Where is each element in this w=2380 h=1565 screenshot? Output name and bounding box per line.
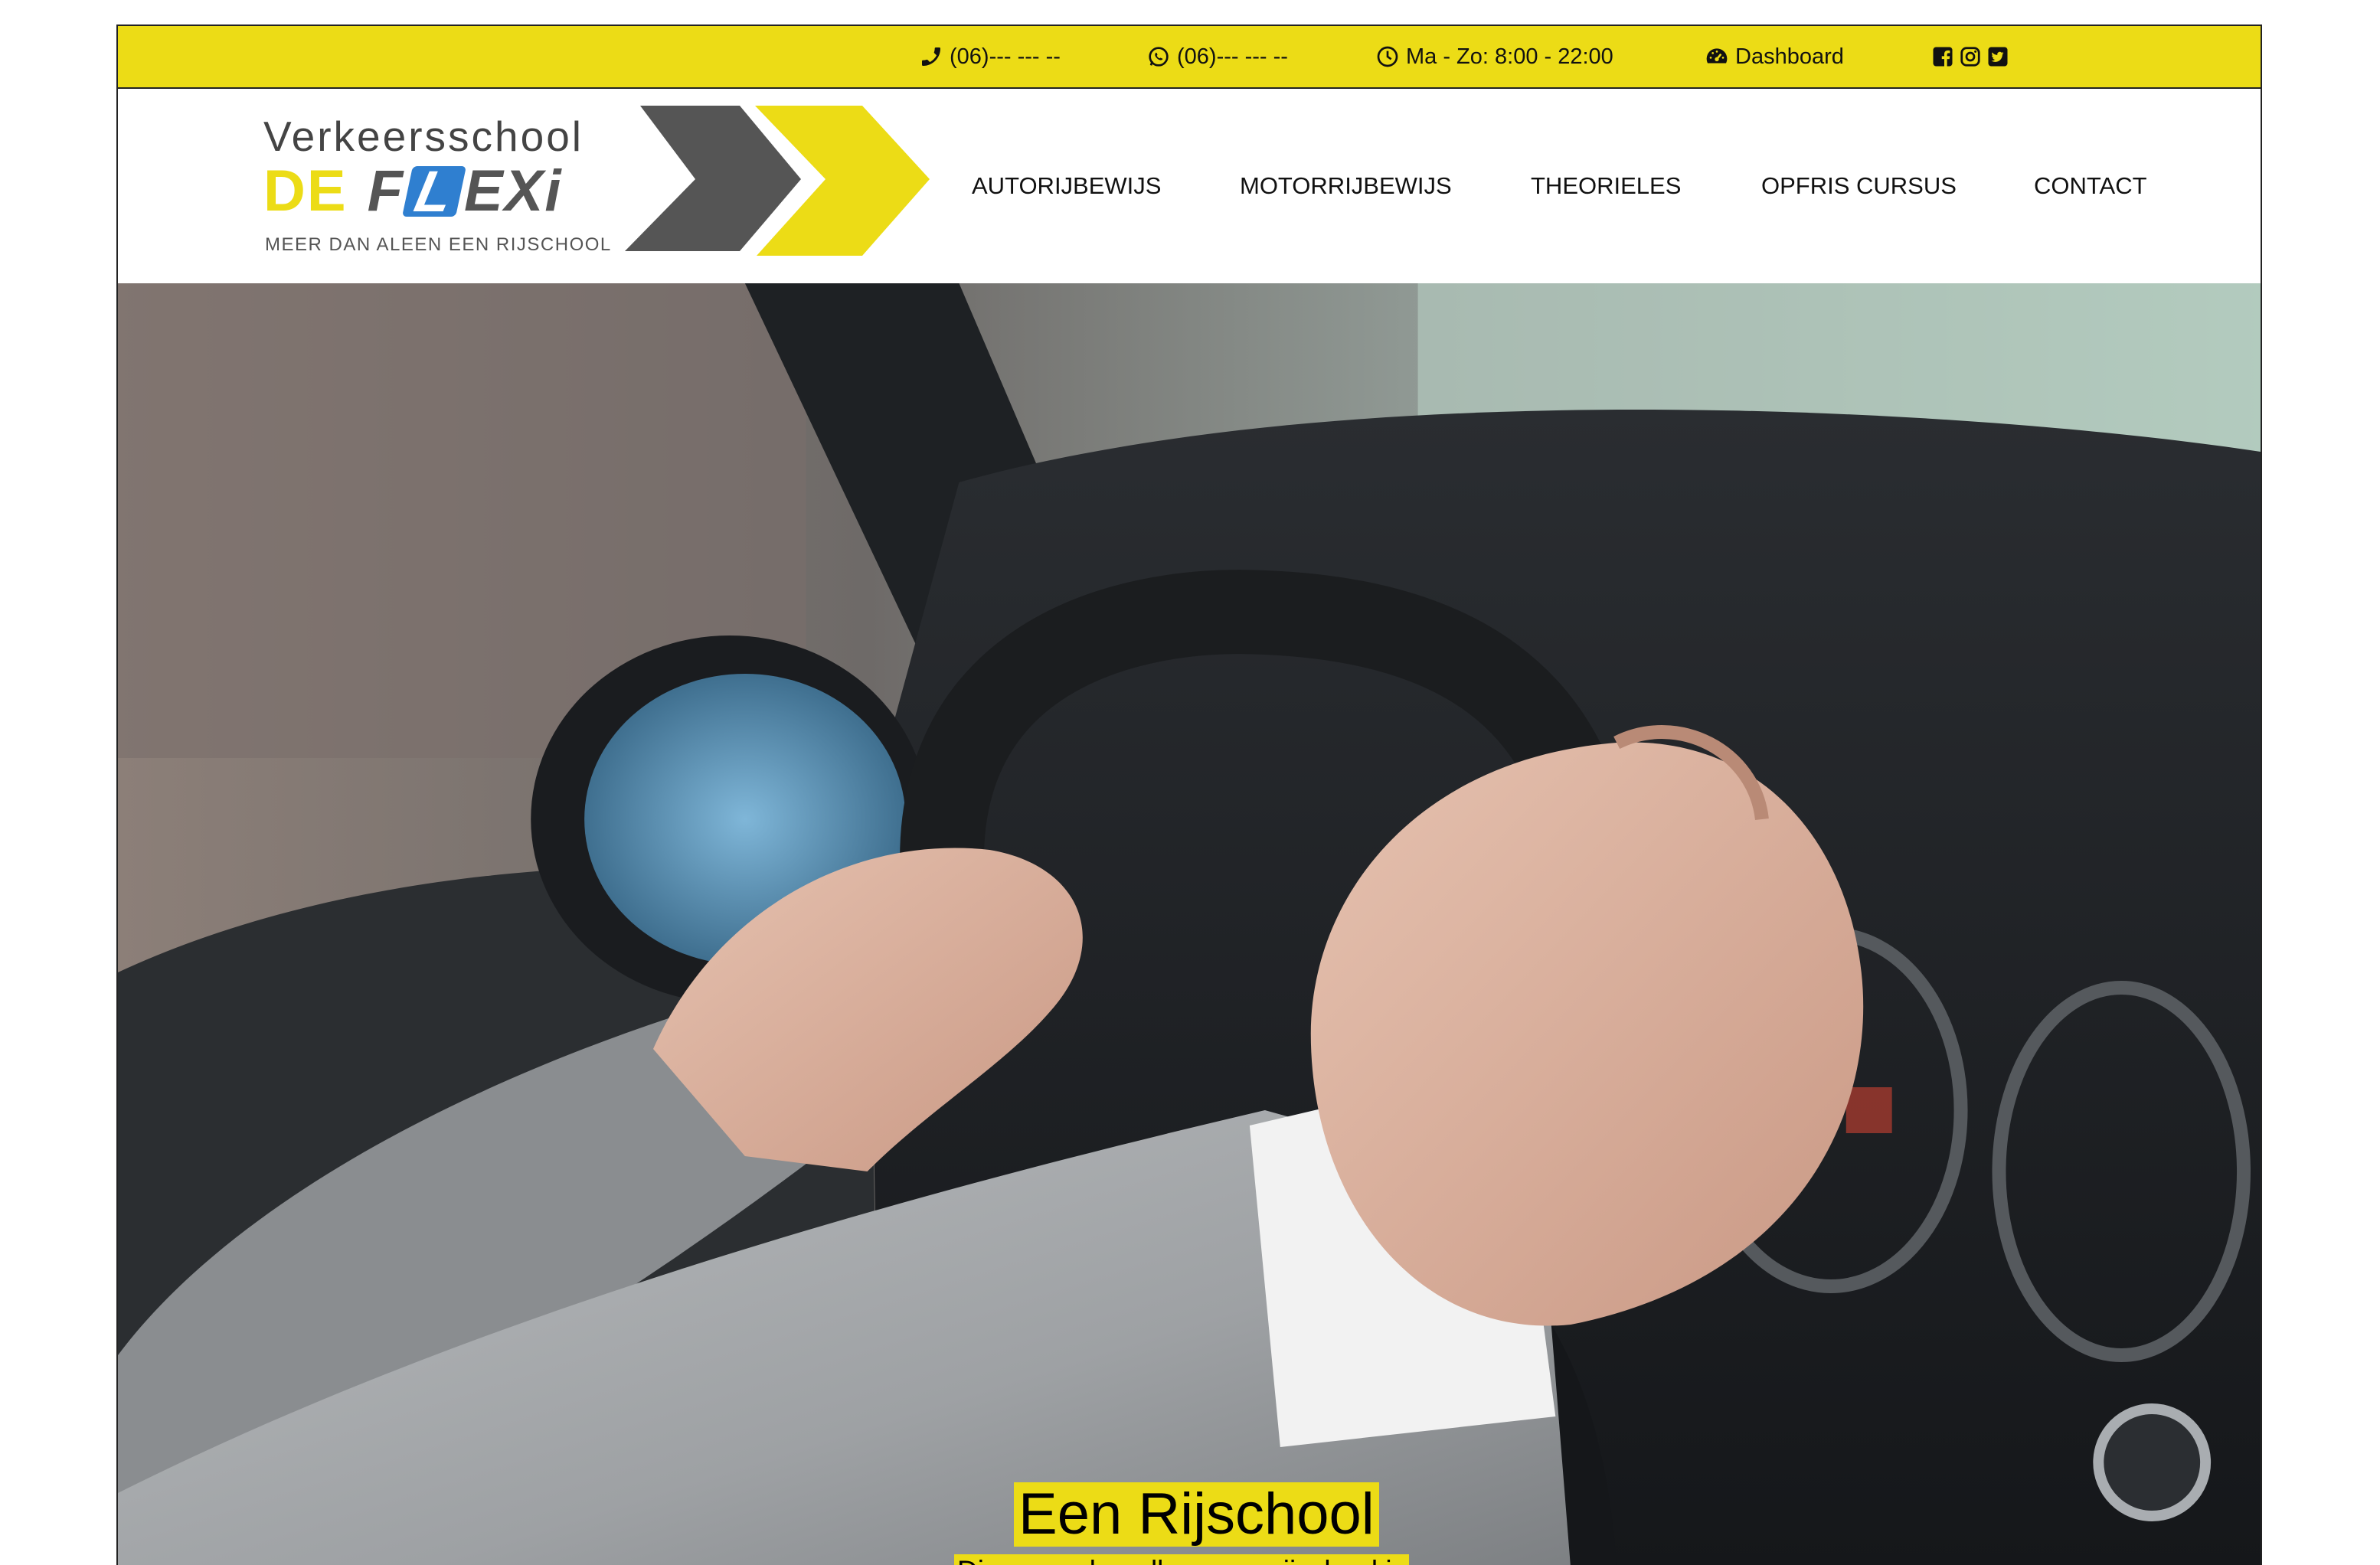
dashboard-link[interactable]: Dashboard	[1705, 26, 1844, 87]
opening-hours: Ma - Zo: 8:00 - 22:00	[1375, 26, 1613, 87]
hero-banner: Een Rijschool Die meer dan alleen een ri…	[118, 283, 2261, 1565]
whatsapp-number: (06)--- --- --	[1177, 44, 1288, 69]
phone-link[interactable]: (06)--- --- --	[919, 26, 1061, 87]
social-links	[1931, 26, 2009, 87]
dashboard-icon	[1705, 44, 1729, 69]
facebook-icon[interactable]	[1931, 45, 1954, 68]
twitter-icon[interactable]	[1986, 45, 2009, 68]
hero-title: Een Rijschool	[1014, 1482, 1379, 1547]
main-nav: AUTORIJBEWIJS MOTORRIJBEWIJS THEORIELES …	[118, 89, 2261, 283]
whatsapp-icon	[1146, 44, 1171, 69]
hero-subtitle: Die meer dan alleen een rijschool is	[954, 1554, 1410, 1565]
whatsapp-link[interactable]: (06)--- --- --	[1146, 26, 1288, 87]
instagram-icon[interactable]	[1959, 45, 1982, 68]
nav-item-motorrijbewijs[interactable]: MOTORRIJBEWIJS	[1240, 89, 1452, 283]
site-header: Verkeersschool DE F L EXi MEER DAN ALEEN…	[118, 89, 2261, 283]
phone-icon	[919, 44, 943, 69]
clock-icon	[1375, 44, 1400, 69]
nav-item-opfris-cursus[interactable]: OPFRIS CURSUS	[1761, 89, 1957, 283]
top-bar: (06)--- --- -- (06)--- --- -- Ma - Zo: 8…	[118, 26, 2261, 89]
opening-hours-text: Ma - Zo: 8:00 - 22:00	[1406, 44, 1613, 69]
nav-item-autorijbewijs[interactable]: AUTORIJBEWIJS	[972, 89, 1161, 283]
nav-item-theorieles[interactable]: THEORIELES	[1531, 89, 1681, 283]
hero-photo-steering-wheel	[118, 283, 2261, 1565]
page-frame: (06)--- --- -- (06)--- --- -- Ma - Zo: 8…	[116, 25, 2262, 1565]
phone-number: (06)--- --- --	[950, 44, 1061, 69]
nav-item-contact[interactable]: CONTACT	[2034, 89, 2147, 283]
dashboard-label: Dashboard	[1735, 44, 1844, 69]
